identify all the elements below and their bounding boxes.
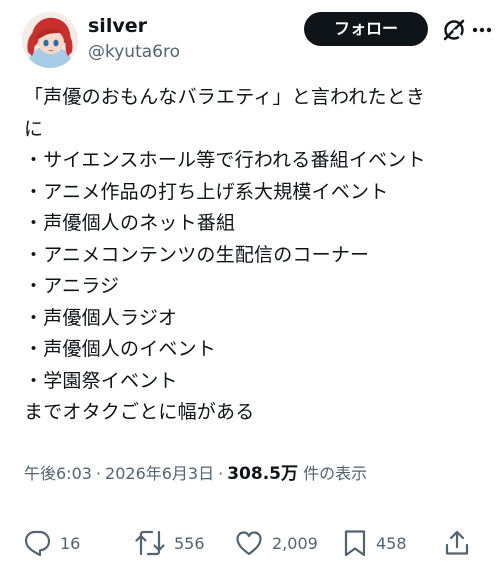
repost-icon (135, 530, 165, 556)
post-time[interactable]: 午後6:03 (24, 464, 92, 483)
post-text-line: ・アニラジ (24, 275, 120, 297)
user-handle[interactable]: @kyuta6ro (88, 40, 180, 64)
user-info: silver @kyuta6ro (88, 14, 180, 64)
post-text-line: までオタクごとに幅がある (24, 401, 255, 423)
meta-separator: · (95, 464, 102, 483)
post-text-line: ・サイエンスホール等で行われる番組イベント (24, 149, 426, 171)
reply-count: 16 (60, 533, 81, 553)
like-button[interactable]: 2,009 (234, 526, 318, 560)
post-text-line: ・アニメ作品の打ち上げ系大規模イベント (24, 180, 389, 203)
grok-icon[interactable] (440, 16, 468, 44)
follow-button[interactable]: フォロー (304, 12, 428, 46)
post-text-line: ・声優個人ラジオ (24, 306, 178, 329)
repost-button[interactable]: 556 (134, 526, 205, 560)
heart-icon (236, 531, 262, 556)
reply-button[interactable]: 16 (22, 526, 80, 560)
post-meta: 午後6:03 · 2026年6月3日 · 308.5万 件の表示 (24, 463, 484, 485)
share-icon (445, 530, 469, 555)
like-count: 2,009 (272, 533, 318, 553)
reply-icon (24, 530, 51, 557)
post-text-line: ・声優個人のイベント (24, 338, 217, 360)
repost-count: 556 (174, 533, 205, 553)
post-detail: silver @kyuta6ro フォロー 「声優のおもんなバラエティ」と言われ… (0, 0, 500, 565)
post-text-line: ・学園祭イベント (24, 369, 178, 392)
view-count[interactable]: 308.5万 (227, 464, 298, 484)
action-bar: 16 556 2,009 458 (22, 526, 478, 560)
bookmark-count: 458 (376, 533, 407, 553)
meta-separator: · (218, 464, 224, 483)
post-date[interactable]: 2026年6月3日 (105, 464, 214, 483)
post-text-line: ・声優個人のネット番組 (24, 212, 236, 234)
post-text-line: に (24, 117, 44, 140)
bookmark-button[interactable]: 458 (342, 526, 407, 560)
avatar-image (22, 12, 78, 68)
avatar[interactable] (22, 12, 78, 68)
post-header: silver @kyuta6ro フォロー (22, 12, 492, 68)
share-button[interactable] (442, 526, 472, 560)
bookmark-icon (344, 530, 366, 557)
view-count-label: 件の表示 (303, 464, 368, 483)
display-name[interactable]: silver (88, 14, 180, 38)
post-text: 「声優のおもんなバラエティ」と言われたとき に ・サイエンスホール等で行われる番… (24, 82, 484, 429)
post-text-line: ・アニメコンテンツの生配信のコーナー (24, 243, 370, 266)
post-text-line: 「声優のおもんなバラエティ」と言われたとき (24, 86, 426, 108)
more-icon[interactable] (468, 20, 496, 40)
